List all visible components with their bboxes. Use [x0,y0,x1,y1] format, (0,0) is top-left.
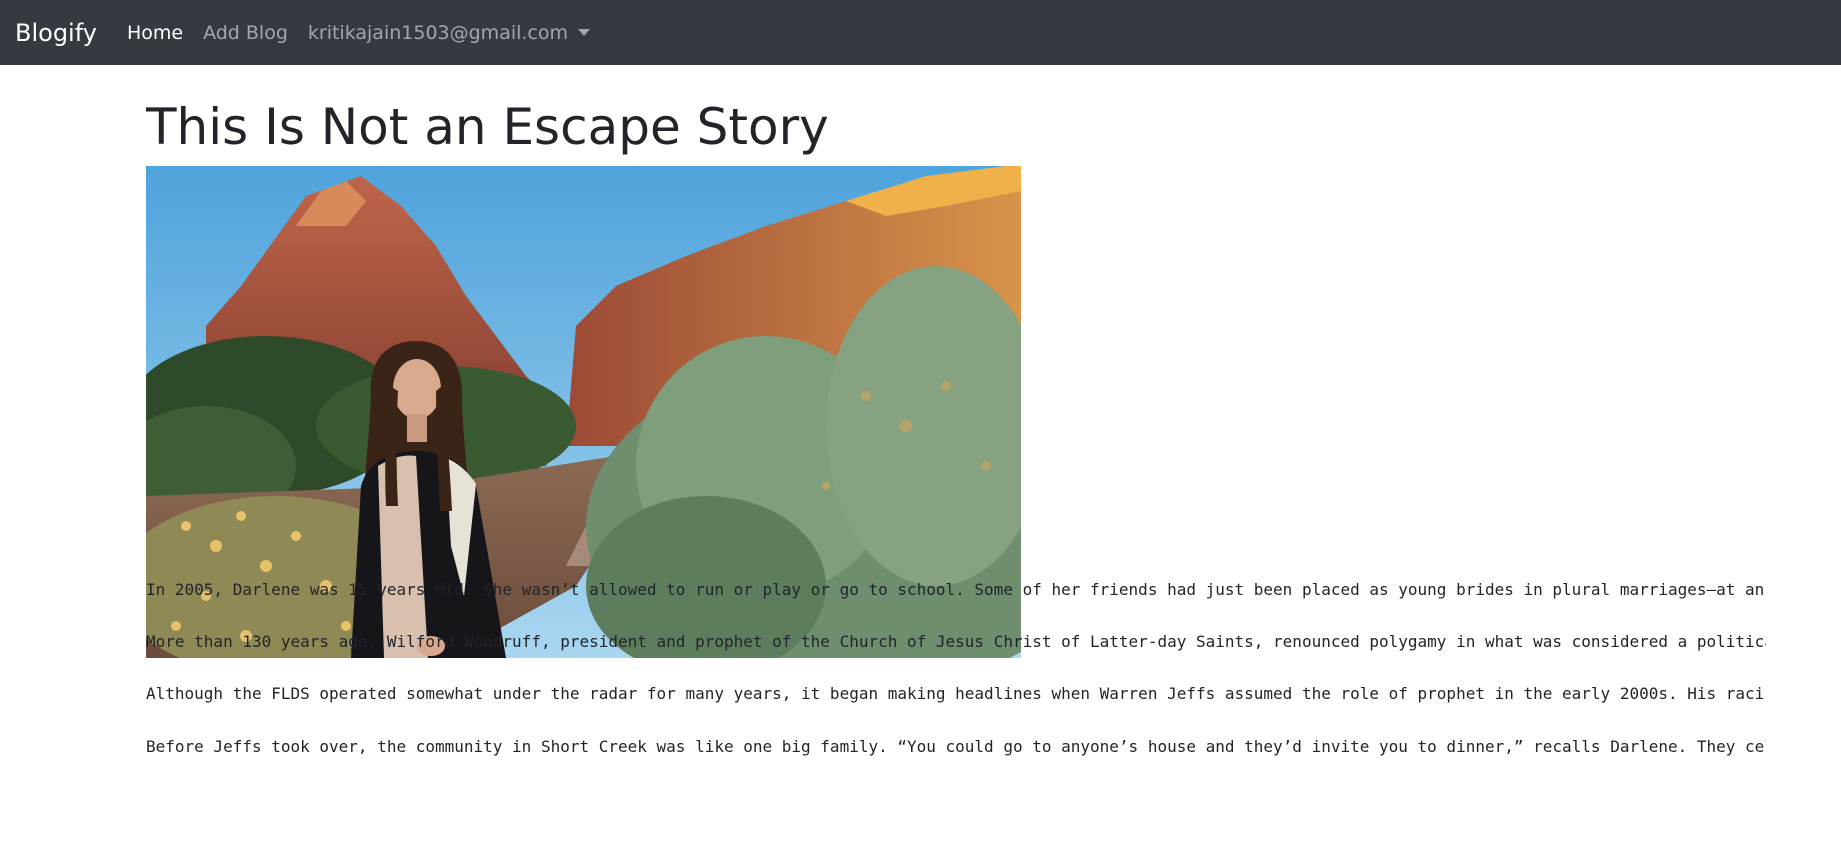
brand-logo-link[interactable]: Blogify [15,19,97,47]
post-paragraph: Before Jeffs took over, the community in… [146,737,1766,756]
post-paragraph: Although the FLDS operated somewhat unde… [146,684,1766,703]
post-paragraph: In 2005, Darlene was 15 years old. She w… [146,580,1765,599]
user-email: kritikajain1503@gmail.com [307,21,569,44]
top-navbar: Blogify Home Add Blog kritikajain1503@gm… [0,0,1841,65]
nav-link-home[interactable]: Home [127,22,183,44]
post-title: This Is Not an Escape Story [146,98,829,156]
post-paragraph: More than 130 years ago, Wilford Woodruf… [146,632,1766,651]
nav-link-add-blog[interactable]: Add Blog [203,22,288,44]
user-dropdown-toggle[interactable]: kritikajain1503@gmail.com [307,21,591,44]
caret-down-icon [578,29,591,36]
blog-post: This Is Not an Escape Story In 2005, Dar… [146,65,1766,860]
